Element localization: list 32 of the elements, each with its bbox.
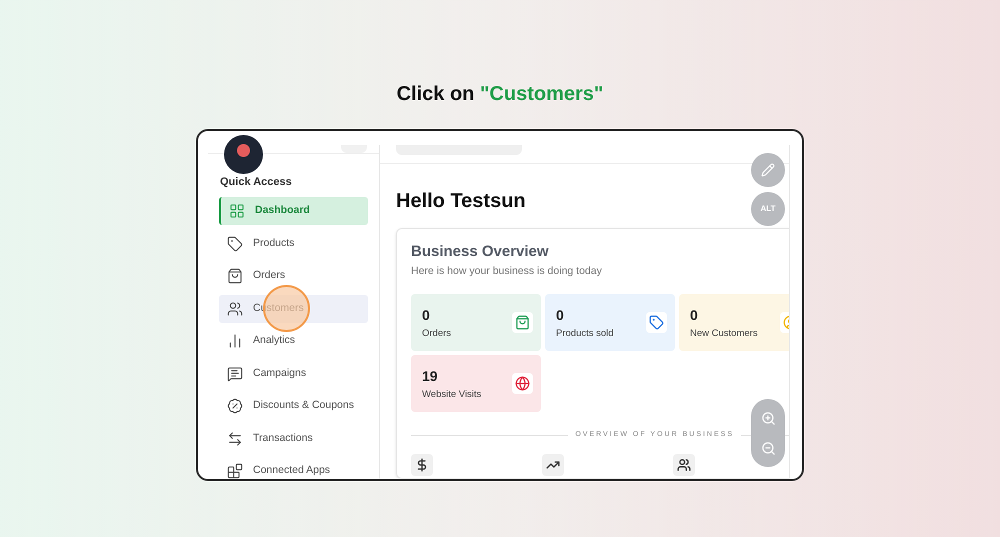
stat-value: 19 — [422, 368, 439, 384]
blocks-icon — [227, 463, 243, 479]
instruction-text: Click on "Customers" — [396, 82, 604, 107]
stat-value: 0 — [556, 307, 565, 324]
bar-chart-icon — [227, 333, 243, 349]
tag-icon — [649, 315, 664, 330]
stat-label: Orders — [422, 328, 452, 340]
card-title: Business Overview — [411, 243, 550, 262]
dollar-icon — [415, 458, 429, 472]
zoom-out-icon[interactable] — [760, 440, 776, 456]
edit-button[interactable] — [751, 153, 785, 187]
chat-icon — [227, 366, 243, 382]
sidebar-item[interactable]: Dashboard — [219, 197, 368, 225]
stat-label: New Customers — [690, 328, 758, 340]
bag-icon — [515, 315, 530, 330]
globe-icon — [515, 376, 530, 392]
greeting-heading: Hello Testsun — [396, 189, 526, 214]
avatar[interactable] — [224, 135, 263, 174]
section-title: Quick Access — [220, 175, 293, 189]
pencil-icon — [761, 163, 775, 177]
tag-icon — [227, 236, 243, 252]
users-icon — [677, 458, 691, 472]
bag-icon — [227, 268, 243, 284]
stat-value: 0 — [422, 307, 431, 324]
card-subtitle: Here is how your business is doing today — [411, 265, 603, 278]
stat-label: Products sold — [556, 328, 614, 340]
zoom-in-icon[interactable] — [760, 410, 776, 426]
stat-label: Website Visits — [422, 389, 482, 402]
stat-value: 0 — [690, 307, 699, 324]
grid-icon — [229, 203, 245, 219]
percent-badge-icon — [227, 398, 243, 414]
arrows-icon — [227, 430, 243, 446]
